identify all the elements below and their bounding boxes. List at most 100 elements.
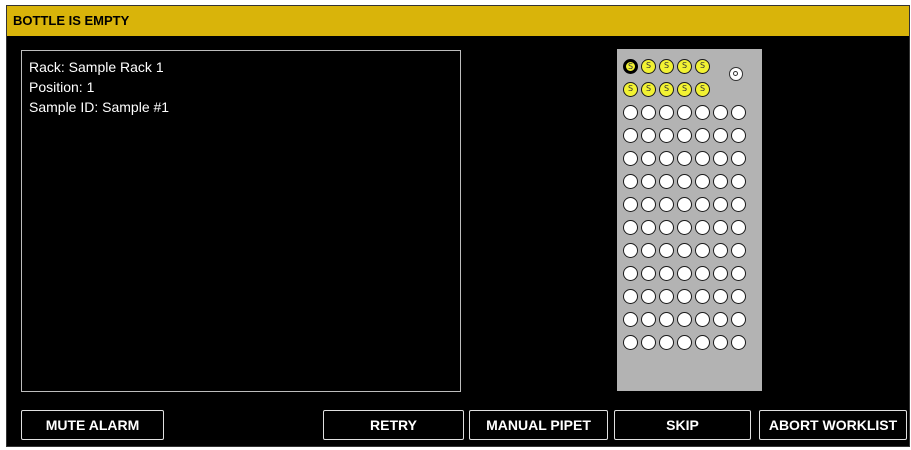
empty-well bbox=[713, 289, 728, 304]
empty-well bbox=[623, 243, 638, 258]
empty-well bbox=[641, 312, 656, 327]
sample-well: S bbox=[641, 82, 656, 97]
empty-well bbox=[641, 243, 656, 258]
empty-well bbox=[659, 289, 674, 304]
empty-well bbox=[695, 335, 710, 350]
sample-well: S bbox=[677, 59, 692, 74]
empty-well bbox=[659, 266, 674, 281]
dialog-title: BOTTLE IS EMPTY bbox=[7, 6, 909, 36]
empty-well bbox=[623, 197, 638, 212]
empty-well bbox=[623, 312, 638, 327]
reagent-position-icon bbox=[729, 67, 743, 81]
empty-well bbox=[677, 243, 692, 258]
empty-well bbox=[677, 335, 692, 350]
empty-well bbox=[731, 197, 746, 212]
empty-well bbox=[731, 266, 746, 281]
empty-well bbox=[641, 151, 656, 166]
abort-worklist-button[interactable]: ABORT WORKLIST bbox=[759, 410, 907, 440]
sample-well: S bbox=[659, 59, 674, 74]
empty-well bbox=[677, 266, 692, 281]
sample-well: S bbox=[677, 82, 692, 97]
sample-rack-map: SSSSSSSSSS bbox=[617, 49, 762, 391]
sample-well: S bbox=[623, 59, 638, 74]
retry-button[interactable]: RETRY bbox=[323, 410, 464, 440]
sample-well: S bbox=[695, 59, 710, 74]
empty-well bbox=[641, 128, 656, 143]
empty-well bbox=[677, 289, 692, 304]
empty-well bbox=[659, 197, 674, 212]
empty-well bbox=[731, 128, 746, 143]
empty-well bbox=[659, 312, 674, 327]
empty-well bbox=[659, 220, 674, 235]
empty-well bbox=[677, 105, 692, 120]
empty-well bbox=[695, 174, 710, 189]
empty-well bbox=[623, 335, 638, 350]
empty-well bbox=[731, 312, 746, 327]
sample-well: S bbox=[641, 59, 656, 74]
sample-well: S bbox=[695, 82, 710, 97]
empty-well bbox=[713, 312, 728, 327]
empty-well bbox=[677, 151, 692, 166]
empty-well bbox=[641, 197, 656, 212]
mute-alarm-button[interactable]: MUTE ALARM bbox=[21, 410, 164, 440]
empty-well bbox=[659, 128, 674, 143]
empty-well bbox=[659, 243, 674, 258]
sample-info-panel: Rack: Sample Rack 1 Position: 1 Sample I… bbox=[21, 50, 461, 392]
empty-well bbox=[641, 266, 656, 281]
empty-well bbox=[731, 220, 746, 235]
empty-well bbox=[659, 335, 674, 350]
empty-well bbox=[641, 174, 656, 189]
empty-well bbox=[677, 197, 692, 212]
empty-well bbox=[695, 312, 710, 327]
empty-well bbox=[695, 220, 710, 235]
empty-well bbox=[731, 151, 746, 166]
empty-well bbox=[713, 128, 728, 143]
sample-well: S bbox=[659, 82, 674, 97]
bottle-empty-dialog: BOTTLE IS EMPTY Rack: Sample Rack 1 Posi… bbox=[6, 5, 910, 447]
empty-well bbox=[713, 174, 728, 189]
empty-well bbox=[713, 197, 728, 212]
empty-well bbox=[659, 105, 674, 120]
position-info: Position: 1 bbox=[29, 79, 95, 95]
empty-well bbox=[713, 105, 728, 120]
empty-well bbox=[731, 243, 746, 258]
empty-well bbox=[695, 289, 710, 304]
empty-well bbox=[659, 174, 674, 189]
empty-well bbox=[713, 335, 728, 350]
empty-well bbox=[731, 174, 746, 189]
empty-well bbox=[623, 266, 638, 281]
empty-well bbox=[677, 128, 692, 143]
empty-well bbox=[623, 151, 638, 166]
skip-button[interactable]: SKIP bbox=[614, 410, 751, 440]
empty-well bbox=[731, 289, 746, 304]
empty-well bbox=[623, 174, 638, 189]
empty-well bbox=[713, 151, 728, 166]
empty-well bbox=[713, 243, 728, 258]
empty-well bbox=[641, 289, 656, 304]
empty-well bbox=[623, 220, 638, 235]
empty-well bbox=[713, 266, 728, 281]
empty-well bbox=[641, 335, 656, 350]
empty-well bbox=[641, 220, 656, 235]
empty-well bbox=[623, 128, 638, 143]
empty-well bbox=[731, 105, 746, 120]
empty-well bbox=[731, 335, 746, 350]
empty-well bbox=[713, 220, 728, 235]
manual-pipet-button[interactable]: MANUAL PIPET bbox=[469, 410, 608, 440]
sample-id-info: Sample ID: Sample #1 bbox=[29, 99, 170, 115]
empty-well bbox=[695, 266, 710, 281]
empty-well bbox=[695, 128, 710, 143]
sample-well: S bbox=[623, 82, 638, 97]
empty-well bbox=[677, 174, 692, 189]
empty-well bbox=[623, 105, 638, 120]
empty-well bbox=[695, 151, 710, 166]
empty-well bbox=[695, 243, 710, 258]
rack-info: Rack: Sample Rack 1 bbox=[29, 59, 164, 75]
empty-well bbox=[659, 151, 674, 166]
empty-well bbox=[677, 220, 692, 235]
empty-well bbox=[641, 105, 656, 120]
empty-well bbox=[695, 105, 710, 120]
empty-well bbox=[623, 289, 638, 304]
empty-well bbox=[677, 312, 692, 327]
empty-well bbox=[695, 197, 710, 212]
